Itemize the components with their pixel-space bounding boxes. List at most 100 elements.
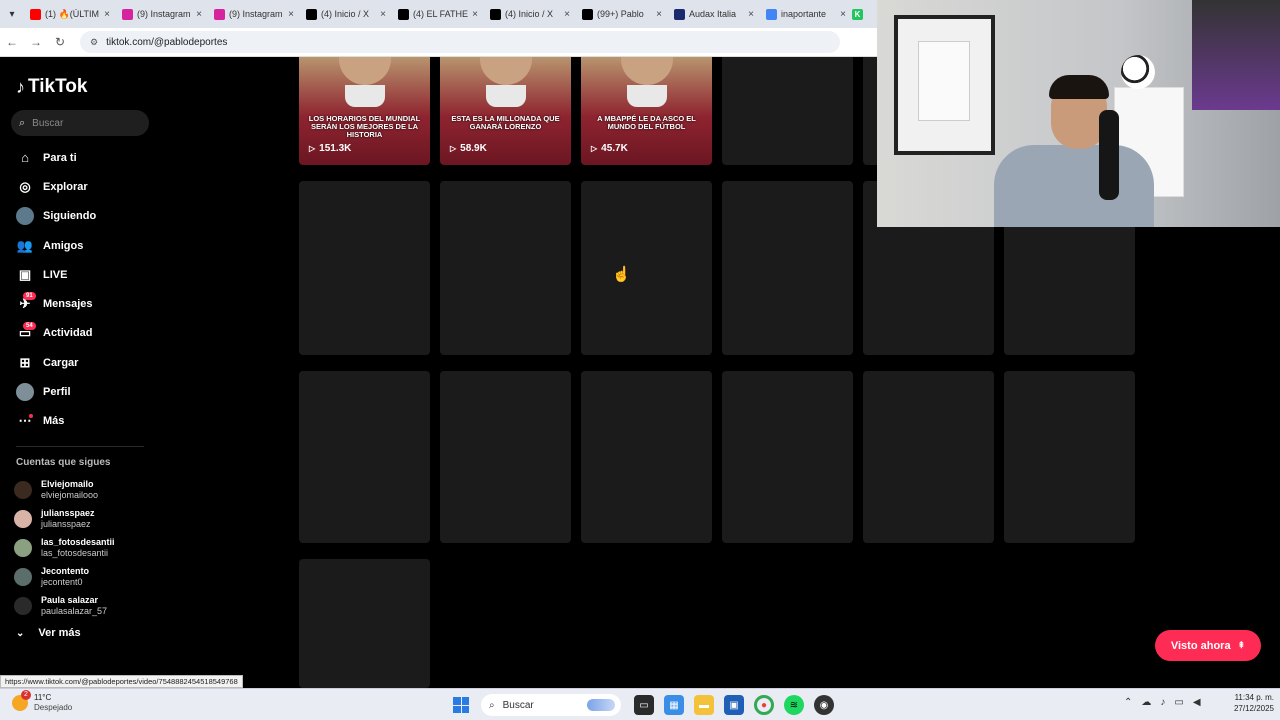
close-icon[interactable]: × (196, 9, 202, 20)
notification-badge: 91 (23, 292, 36, 301)
taskbar-search[interactable]: ⌕ Buscar (481, 694, 621, 716)
video-card[interactable]: A MBAPPÉ LE DA ASCO EL MUNDO DEL FÚTBOL … (581, 57, 712, 165)
following-account[interactable]: las_fotosdesantii las_fotosdesantii (14, 533, 115, 562)
sidebar-item-más[interactable]: ⋯ Más (0, 407, 160, 436)
youtube-icon (30, 8, 41, 20)
video-card[interactable]: LOS HORARIOS DEL MUNDIAL SERÁN LOS MEJOR… (299, 57, 430, 165)
taskbar-search-label: Buscar (502, 699, 534, 711)
search-icon: ⌕ (489, 699, 495, 711)
video-card[interactable] (299, 181, 430, 355)
tab-title: (9) Instagram (137, 9, 191, 19)
sidebar-item-amigos[interactable]: 👥 Amigos (0, 231, 160, 260)
tab-search-icon[interactable]: ▾ (0, 0, 24, 28)
following-accounts-list: Elviejomailo elviejomailooo juliansspaez… (14, 475, 115, 621)
account-handle: elviejomailooo (41, 489, 99, 500)
browser-tab[interactable]: (1) 🔥(ÚLTIM × (24, 0, 116, 28)
sidebar-item-label: Actividad (43, 327, 93, 340)
volume-icon[interactable]: ◀ (1193, 697, 1201, 708)
tab-title: (9) Instagram (229, 9, 283, 19)
widgets-icon[interactable]: ▦ (664, 695, 684, 715)
following-account[interactable]: juliansspaez juliansspaez (14, 504, 115, 533)
video-card[interactable] (722, 371, 853, 543)
following-account[interactable]: Jecontento jecontent0 (14, 563, 115, 592)
task-view-icon[interactable]: ▭ (634, 695, 654, 715)
close-icon[interactable]: × (656, 9, 662, 20)
video-card[interactable] (581, 181, 712, 355)
close-icon[interactable]: × (840, 9, 846, 20)
webcam-overlay (877, 0, 1280, 227)
system-tray: ⌃ ☁ ♪ ▭ ◀ (1124, 697, 1210, 708)
browser-tab[interactable]: (9) Instagram × (116, 0, 208, 28)
sidebar-item-siguiendo[interactable]: ● Siguiendo (0, 202, 160, 231)
video-card[interactable] (581, 371, 712, 543)
browser-tab[interactable]: (4) EL FATHE × (392, 0, 484, 28)
video-card[interactable] (440, 371, 571, 543)
tab-title: (4) EL FATHE (413, 9, 469, 19)
display-icon[interactable]: ▭ (1174, 697, 1183, 708)
tiktok-logo[interactable]: ♪ TikTok (16, 76, 87, 98)
chevron-up-icon[interactable]: ⌃ (1124, 697, 1132, 708)
close-icon[interactable]: × (288, 9, 294, 20)
sidebar-item-label: Perfil (43, 386, 71, 399)
reload-icon[interactable]: ↻ (48, 35, 72, 49)
network-icon[interactable]: ☁ (1141, 697, 1151, 708)
store-icon[interactable]: ▣ (724, 695, 744, 715)
search-input[interactable]: ⌕ Buscar (11, 110, 149, 136)
browser-tab[interactable]: inaportante × (760, 0, 852, 28)
browser-tab[interactable]: (4) Inicio / X × (484, 0, 576, 28)
address-bar[interactable]: ⚙ tiktok.com/@pablodeportes (80, 31, 840, 53)
sidebar-item-live[interactable]: ▣ LIVE (0, 260, 160, 289)
back-icon[interactable]: ← (0, 35, 24, 49)
see-more-label: Ver más (38, 627, 81, 639)
following-account[interactable]: Elviejomailo elviejomailooo (14, 475, 115, 504)
close-icon[interactable]: × (748, 9, 754, 20)
account-handle: juliansspaez (41, 518, 91, 529)
chrome-icon[interactable]: ● (754, 695, 774, 715)
taskbar-clock[interactable]: 11:34 p. m. 27/12/2025 (1218, 692, 1274, 714)
sidebar-item-perfil[interactable]: ● Perfil (0, 377, 160, 406)
tab-overflow[interactable]: K (852, 0, 866, 28)
video-card[interactable] (863, 371, 994, 543)
see-more-button[interactable]: ⌄ Ver más (16, 627, 81, 639)
visto-ahora-label: Visto ahora (1170, 639, 1231, 652)
close-icon[interactable]: × (380, 9, 386, 20)
browser-tab[interactable]: (9) Instagram × (208, 0, 300, 28)
close-icon[interactable]: × (564, 9, 570, 20)
sidebar-item-cargar[interactable]: ⊞ Cargar (0, 348, 160, 377)
site-info-icon[interactable]: ⚙ (90, 37, 98, 48)
tab-title: (1) 🔥(ÚLTIM (45, 8, 100, 19)
weather-widget[interactable]: 2 11°C Despejado (12, 690, 73, 713)
obs-icon[interactable]: ◉ (814, 695, 834, 715)
sidebar-item-explorar[interactable]: ◎ Explorar (0, 172, 160, 201)
link-status-url: https://www.tiktok.com/@pablodeportes/vi… (0, 675, 243, 688)
x-icon (490, 8, 501, 20)
windows-start-icon[interactable] (453, 697, 469, 713)
close-icon[interactable]: × (104, 9, 110, 20)
video-card[interactable] (440, 181, 571, 355)
browser-tab[interactable]: (99+) Pablo × (576, 0, 668, 28)
visto-ahora-button[interactable]: Visto ahora ⇞ (1155, 630, 1261, 661)
close-icon[interactable]: × (472, 9, 478, 20)
video-card[interactable] (722, 57, 853, 165)
video-card[interactable] (299, 371, 430, 543)
friends-icon: 👥 (16, 237, 34, 253)
account-handle: paulasalazar_57 (41, 606, 108, 617)
browser-tab[interactable]: Audax Italia × (668, 0, 760, 28)
sidebar-item-para-ti[interactable]: ⌂ Para ti (0, 143, 160, 172)
browser-tab[interactable]: (4) Inicio / X × (300, 0, 392, 28)
avatar (14, 597, 32, 616)
sidebar-item-mensajes[interactable]: ✈ Mensajes 91 (0, 289, 160, 318)
following-account[interactable]: Paula salazar paulasalazar_57 (14, 592, 115, 621)
video-card[interactable] (299, 559, 430, 688)
forward-icon[interactable]: → (24, 35, 48, 49)
weather-desc: Despejado (34, 703, 73, 712)
spotify-icon[interactable]: ≋ (784, 695, 804, 715)
video-thumbnail-face (339, 57, 391, 85)
sidebar-item-actividad[interactable]: ▭ Actividad 54 (0, 319, 160, 348)
microphone-icon[interactable]: ♪ (1160, 697, 1165, 708)
video-card[interactable] (722, 181, 853, 355)
video-card[interactable]: ESTA ES LA MILLONADA QUE GANARÁ LORENZO … (440, 57, 571, 165)
file-explorer-icon[interactable]: ▬ (694, 695, 714, 715)
profile-avatar-icon: ● (16, 383, 34, 402)
video-card[interactable] (1004, 371, 1135, 543)
